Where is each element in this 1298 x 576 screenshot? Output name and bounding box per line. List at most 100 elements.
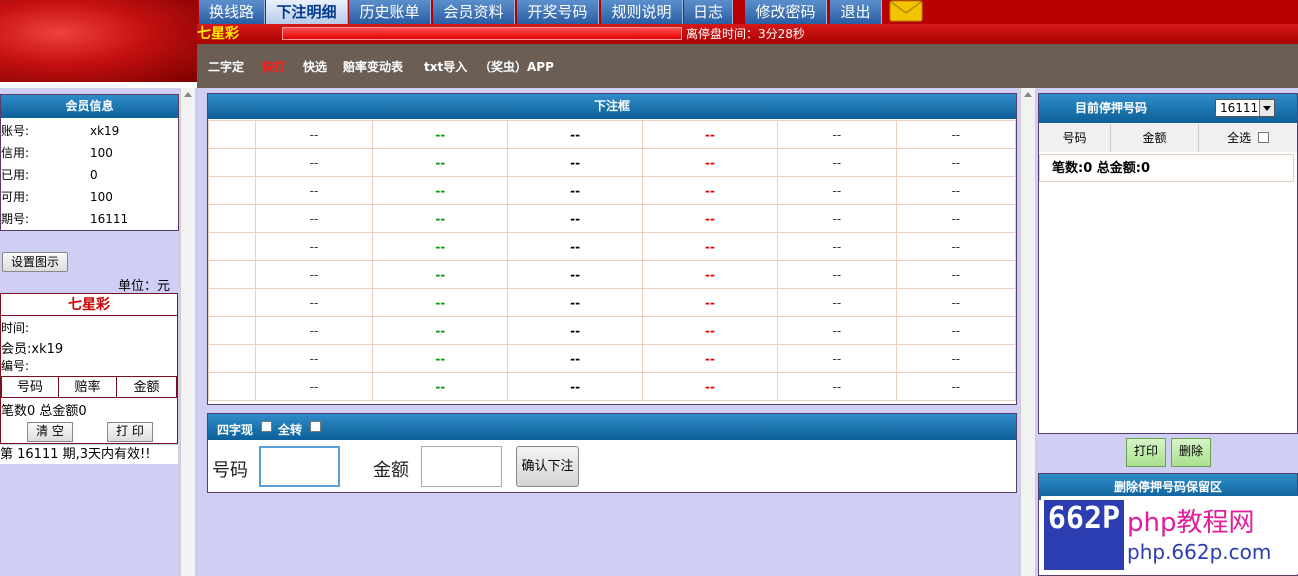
tab-log[interactable]: 日志: [684, 0, 733, 24]
bet-cell: --: [777, 176, 897, 205]
bet-cell: --: [641, 260, 779, 289]
bet-row-index: [208, 344, 256, 373]
game-title: 七星彩: [197, 26, 239, 42]
bet-row: -- -- -- -- -- --: [208, 316, 1017, 345]
bet-cell: --: [372, 288, 509, 317]
chevron-down-icon[interactable]: [1259, 100, 1274, 116]
subnav-quick-hit[interactable]: 快打: [262, 58, 286, 75]
member-value-available: 100: [90, 190, 113, 204]
bet-row-index: [208, 232, 256, 261]
hold-print-button[interactable]: 打印: [1126, 438, 1166, 467]
tab-rules[interactable]: 规则说明: [601, 0, 683, 24]
bet-row: -- -- -- -- -- --: [208, 260, 1017, 289]
subnav-app[interactable]: （奖虫）APP: [479, 58, 554, 75]
clear-button[interactable]: 清 空: [27, 422, 73, 442]
watermark-logo-text: 662P: [1047, 501, 1121, 536]
member-label-credit: 信用:: [1, 146, 30, 160]
bet-cell: --: [895, 344, 1017, 373]
amount-label: 金额: [373, 460, 409, 481]
bet-row-index: [208, 372, 256, 401]
left-scrollbar[interactable]: [180, 88, 196, 576]
bet-cell: --: [641, 232, 779, 261]
bet-cell: --: [254, 316, 374, 345]
bet-row: -- -- -- -- -- --: [208, 288, 1017, 317]
closing-time: 离停盘时间：3分28秒: [686, 27, 805, 41]
number-input[interactable]: [259, 446, 340, 487]
member-value-account: xk19: [90, 124, 120, 138]
bet-box-panel: 下注框 -- -- -- -- -- -- -- -- -- -- -- -- -- -- -- -- -- --…: [207, 93, 1017, 405]
subnav-txt-import[interactable]: txt导入: [424, 58, 467, 75]
bet-row-index: [208, 204, 256, 233]
tab-bet-details[interactable]: 下注明细: [266, 0, 348, 24]
number-label: 号码: [212, 460, 248, 481]
watermark-logo: 662P: [1044, 500, 1124, 570]
bet-cell: --: [777, 260, 897, 289]
member-info-title: 会员信息: [1, 95, 178, 118]
subnav-two-digit[interactable]: 二字定: [208, 58, 244, 75]
right-scrollbar[interactable]: [1020, 88, 1036, 576]
bet-cell: --: [254, 232, 374, 261]
bet-input-panel: 四字现 全转 号码 金额 确认下注: [207, 413, 1017, 493]
subnav-odds-table[interactable]: 赔率变动表: [343, 58, 403, 75]
bet-cell: --: [507, 288, 643, 317]
bet-cell: --: [507, 372, 643, 401]
bet-row-index: [208, 120, 256, 149]
member-value-used: 0: [90, 168, 98, 182]
confirm-bet-button[interactable]: 确认下注: [516, 446, 579, 487]
bet-cell: --: [254, 372, 374, 401]
tab-draw-numbers[interactable]: 开奖号码: [517, 0, 599, 24]
logo-banner: [0, 0, 197, 82]
tab-switch-line[interactable]: 换线路: [199, 0, 265, 24]
bet-cell: --: [895, 260, 1017, 289]
hold-delete-button[interactable]: 删除: [1171, 438, 1211, 467]
bet-row: -- -- -- -- -- --: [208, 232, 1017, 261]
bet-cell: --: [254, 344, 374, 373]
bet-row: -- -- -- -- -- --: [208, 148, 1017, 177]
hold-col-number: 号码: [1039, 124, 1111, 152]
four-digit-label: 四字现: [217, 423, 254, 437]
tab-history-bills[interactable]: 历史账单: [349, 0, 431, 24]
period-select[interactable]: 16111: [1215, 99, 1275, 117]
subnav-quick-select[interactable]: 快选: [303, 58, 327, 75]
bet-cell: --: [507, 204, 643, 233]
member-info-panel: 会员信息 账号: xk19 信用: 100 已用: 0 可用: 100 期号: …: [0, 94, 179, 231]
receipt-title: 七星彩: [1, 294, 177, 316]
print-receipt-button[interactable]: 打 印: [107, 422, 153, 442]
bet-row-index: [208, 176, 256, 205]
bet-cell: --: [507, 232, 643, 261]
bet-cell: --: [372, 148, 509, 177]
receipt-member: 会员:xk19: [1, 342, 64, 357]
mail-envelope-icon[interactable]: [889, 0, 923, 22]
tab-change-password[interactable]: 修改密码: [745, 0, 827, 24]
bet-cell: --: [777, 120, 897, 149]
settings-legend-button[interactable]: 设置图示: [2, 252, 68, 272]
watermark-site-name: php教程网: [1127, 508, 1255, 538]
hold-numbers-title: 目前停押号码: [1075, 101, 1148, 115]
bet-input-header: 四字现 全转: [208, 414, 1016, 440]
bet-cell: --: [777, 316, 897, 345]
four-digit-checkbox[interactable]: [261, 421, 272, 432]
tab-member-info[interactable]: 会员资料: [433, 0, 515, 24]
all-turn-checkbox[interactable]: [310, 421, 321, 432]
select-all-checkbox[interactable]: [1257, 132, 1269, 143]
bet-cell: --: [777, 148, 897, 177]
bet-cell: --: [507, 148, 643, 177]
bet-cell: --: [254, 260, 374, 289]
bet-cell: --: [254, 176, 374, 205]
bet-cell: --: [254, 288, 374, 317]
bet-cell: --: [895, 204, 1017, 233]
bet-cell: --: [777, 288, 897, 317]
bet-row-index: [208, 260, 256, 289]
bet-cell: --: [641, 148, 779, 177]
bet-row-index: [208, 316, 256, 345]
tab-logout[interactable]: 退出: [830, 0, 882, 24]
hold-summary: 笔数:0 总金额:0: [1039, 154, 1294, 182]
bet-cell: --: [507, 260, 643, 289]
bet-cell: --: [777, 232, 897, 261]
member-value-credit: 100: [90, 146, 113, 160]
receipt-col-odds: 赔率: [58, 376, 117, 398]
bet-cell: --: [372, 204, 509, 233]
bet-cell: --: [372, 316, 509, 345]
hold-col-select-all: 全选: [1199, 124, 1297, 152]
amount-input[interactable]: [421, 446, 502, 487]
